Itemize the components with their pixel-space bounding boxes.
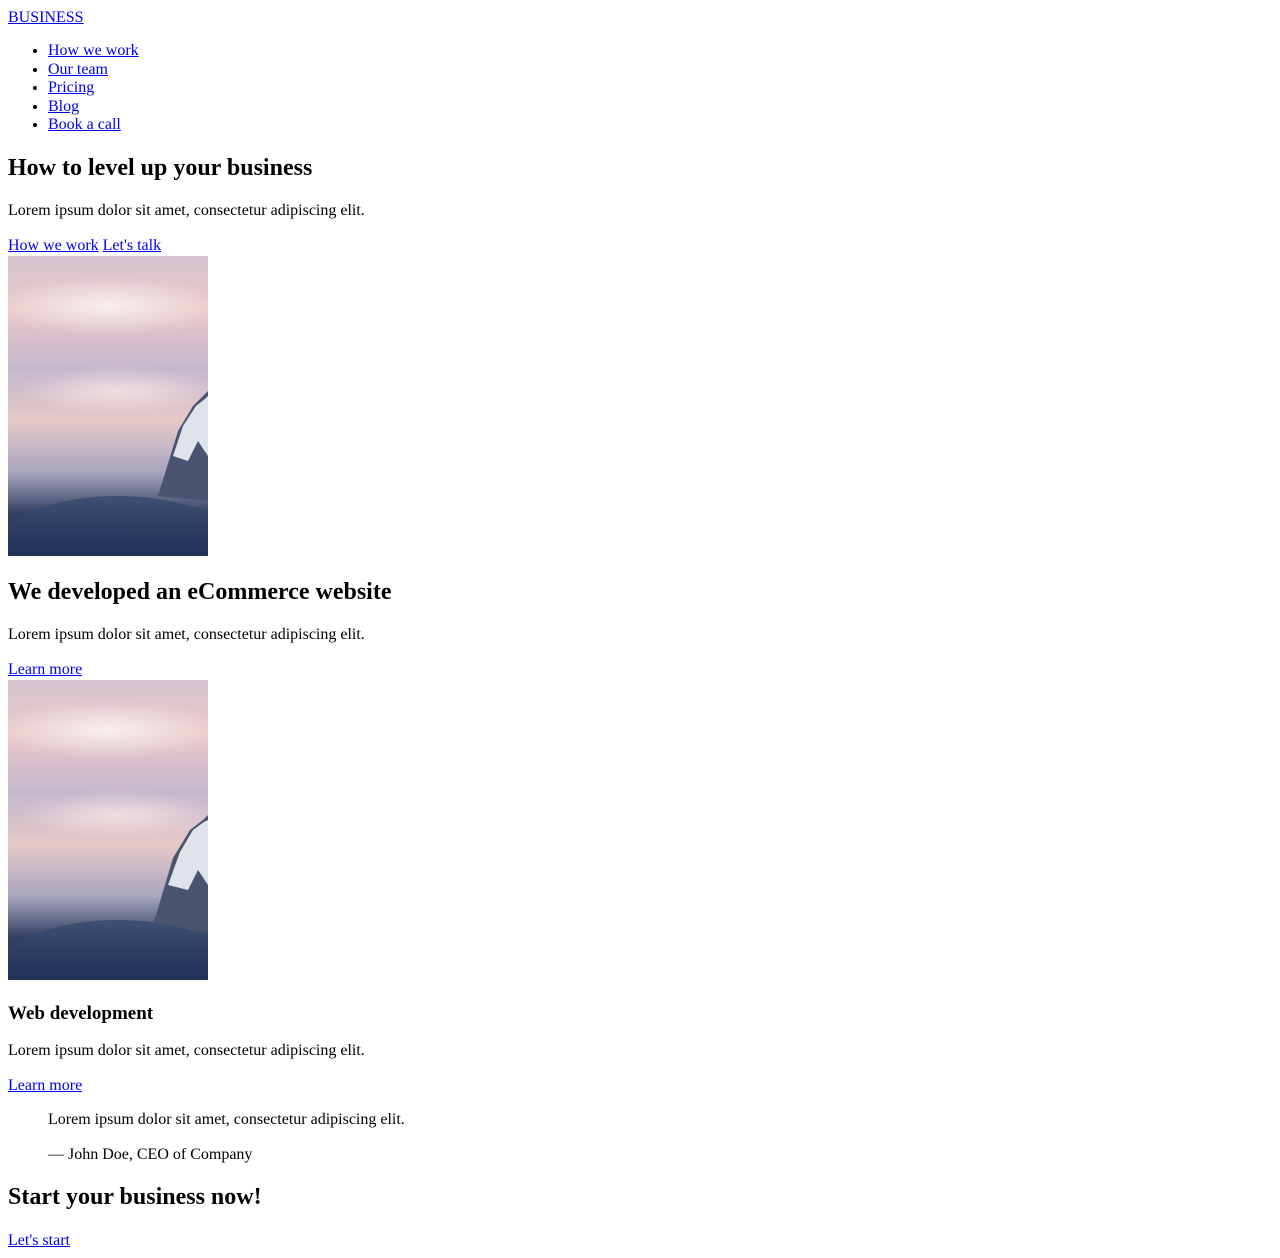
case-study-text: Lorem ipsum dolor sit amet, consectetur … — [8, 626, 365, 643]
case-study-links: Learn more — [8, 661, 82, 679]
nav-item: Book a call — [48, 116, 139, 135]
nav-link-our-team[interactable]: Our team — [48, 61, 108, 78]
testimonial-quote: Lorem ipsum dolor sit amet, consectetur … — [48, 1111, 405, 1128]
service-links: Learn more — [8, 1077, 82, 1095]
nav-link-pricing[interactable]: Pricing — [48, 79, 94, 96]
nav-link-blog[interactable]: Blog — [48, 98, 79, 115]
hero-lets-talk-link[interactable]: Let's talk — [103, 237, 161, 254]
hero-image — [8, 256, 208, 556]
service-learn-more-link[interactable]: Learn more — [8, 1077, 82, 1094]
main-nav: How we work Our team Pricing Blog Book a… — [8, 42, 139, 135]
nav-item: Our team — [48, 61, 139, 80]
service-text: Lorem ipsum dolor sit amet, consectetur … — [8, 1042, 365, 1059]
cta-title: Start your business now! — [8, 1184, 262, 1210]
cta-lets-start-link[interactable]: Let's start — [8, 1232, 70, 1249]
case-study-title: We developed an eCommerce website — [8, 579, 392, 605]
nav-item: How we work — [48, 42, 139, 61]
testimonial-author: — John Doe, CEO of Company — [48, 1146, 253, 1163]
nav-link-how-we-work[interactable]: How we work — [48, 42, 139, 59]
cta-links: Let's start — [8, 1232, 70, 1250]
hero-text: Lorem ipsum dolor sit amet, consectetur … — [8, 202, 365, 219]
brand-link[interactable]: BUSINESS — [8, 9, 84, 27]
case-study-image — [8, 680, 208, 980]
hero-how-we-work-link[interactable]: How we work — [8, 237, 99, 254]
nav-link-book-a-call[interactable]: Book a call — [48, 116, 121, 133]
nav-item: Blog — [48, 98, 139, 117]
nav-item: Pricing — [48, 79, 139, 98]
case-study-learn-more-link[interactable]: Learn more — [8, 661, 82, 678]
hero-title: How to level up your business — [8, 155, 313, 181]
service-title: Web development — [8, 1003, 154, 1024]
hero-links: How we work Let's talk — [8, 237, 161, 255]
